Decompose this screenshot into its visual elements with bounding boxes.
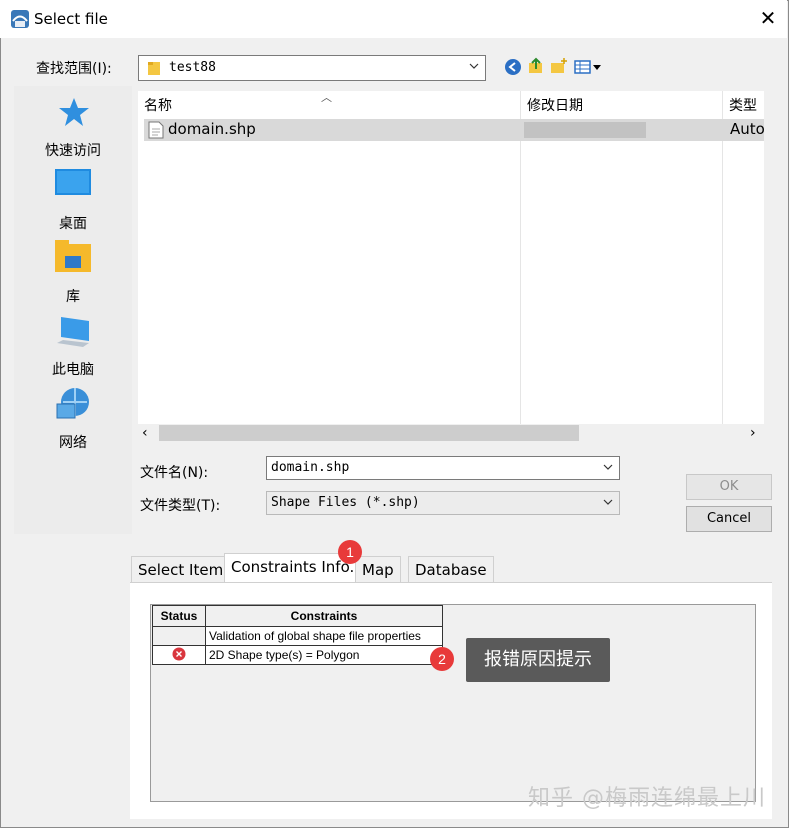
tab-select-item[interactable]: Select Item <box>131 556 231 582</box>
filetype-select[interactable]: Shape Files (*.shp) <box>266 491 620 515</box>
file-list[interactable]: 名称 ︿ 修改日期 类型 domain.shp Auto <box>138 91 765 424</box>
tab-map[interactable]: Map <box>355 556 401 582</box>
tab-database[interactable]: Database <box>408 556 494 582</box>
up-folder-icon[interactable] <box>527 57 545 75</box>
constraint-cell: Validation of global shape file properti… <box>205 626 443 646</box>
header-constraints: Constraints <box>205 605 443 627</box>
place-desktop[interactable]: 桌面 <box>14 167 132 235</box>
star-icon <box>58 96 90 132</box>
scroll-right-icon[interactable]: › <box>750 425 756 441</box>
place-label: 此电脑 <box>52 362 94 378</box>
ok-button[interactable]: OK <box>686 474 772 500</box>
network-icon <box>55 386 91 426</box>
filename-value: domain.shp <box>271 460 350 475</box>
file-name: domain.shp <box>168 120 256 138</box>
place-quick-access[interactable]: 快速访问 <box>14 94 132 162</box>
filetype-label: 文件类型(T): <box>140 498 221 514</box>
redacted-date <box>524 122 646 138</box>
watermark: 知乎 @梅雨连绵最上川 <box>528 786 766 811</box>
view-menu-icon[interactable] <box>574 58 604 76</box>
table-row[interactable]: Validation of global shape file properti… <box>152 626 443 646</box>
computer-icon <box>55 313 91 353</box>
close-button[interactable]: ✕ <box>756 6 780 30</box>
desktop-icon <box>55 169 91 203</box>
annotation-badge-1: 1 <box>338 540 362 564</box>
lookin-label: 查找范围(I): <box>36 61 112 77</box>
header-status: Status <box>152 605 206 627</box>
file-row[interactable]: domain.shp Auto <box>144 119 765 143</box>
place-this-pc[interactable]: 此电脑 <box>14 313 132 381</box>
back-icon[interactable] <box>504 58 522 76</box>
constraint-cell: 2D Shape type(s) = Polygon <box>205 645 443 665</box>
scroll-left-icon[interactable]: ‹ <box>142 425 148 441</box>
scroll-thumb[interactable] <box>159 425 579 441</box>
status-cell <box>152 626 206 646</box>
chevron-down-icon[interactable] <box>601 460 615 474</box>
title-bar <box>0 0 787 38</box>
chevron-down-icon <box>601 495 615 509</box>
cancel-button[interactable]: Cancel <box>686 506 772 532</box>
places-bar: 快速访问 桌面 库 此电脑 网络 <box>14 86 132 534</box>
error-icon <box>172 647 186 660</box>
place-label: 库 <box>66 289 80 305</box>
constraints-table: Status Constraints Validation of global … <box>152 605 443 665</box>
place-label: 快速访问 <box>45 143 101 159</box>
annotation-badge-2: 2 <box>430 647 454 671</box>
place-network[interactable]: 网络 <box>14 386 132 454</box>
lookin-combo[interactable]: test88 <box>138 55 486 81</box>
folder-icon <box>147 60 161 80</box>
place-library[interactable]: 库 <box>14 240 132 308</box>
status-cell <box>152 645 206 665</box>
file-icon <box>148 121 164 143</box>
new-folder-icon[interactable] <box>550 57 568 75</box>
file-type: Auto <box>730 120 765 138</box>
filename-input[interactable]: domain.shp <box>266 456 620 480</box>
filetype-value: Shape Files (*.shp) <box>271 495 420 510</box>
column-header-date[interactable]: 修改日期 <box>527 95 583 115</box>
column-header-name[interactable]: 名称 <box>144 95 172 115</box>
column-header-type[interactable]: 类型 <box>729 95 757 115</box>
chevron-down-icon <box>467 59 481 73</box>
table-row[interactable]: 2D Shape type(s) = Polygon <box>152 645 443 665</box>
place-label: 桌面 <box>59 216 87 232</box>
library-icon <box>55 240 91 278</box>
horizontal-scrollbar[interactable]: ‹ › <box>138 424 764 442</box>
lookin-value: test88 <box>169 60 216 75</box>
filename-label: 文件名(N): <box>140 465 209 481</box>
error-reason-tooltip: 报错原因提示 <box>466 638 610 682</box>
sort-arrow-icon: ︿ <box>321 91 332 104</box>
place-label: 网络 <box>59 435 87 451</box>
window-title: Select file <box>34 10 108 28</box>
app-icon <box>10 9 30 29</box>
